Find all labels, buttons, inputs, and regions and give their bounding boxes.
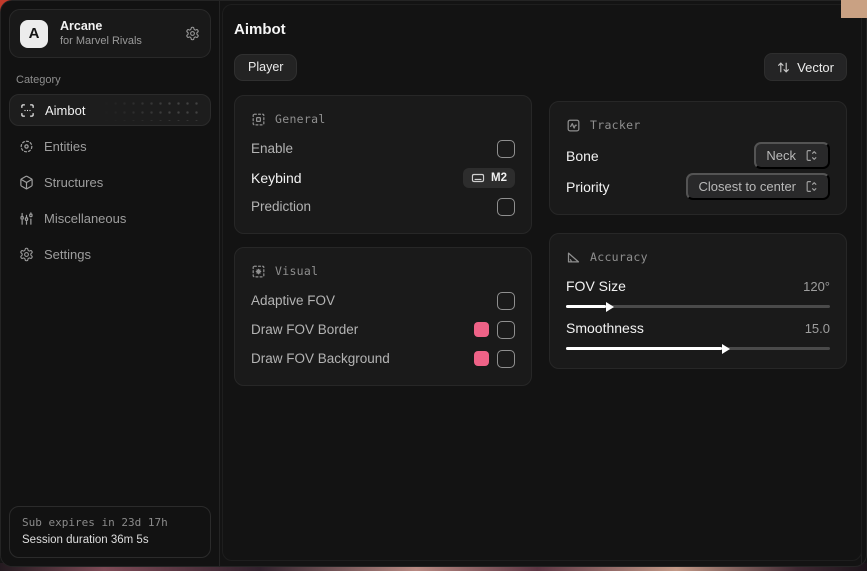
setting-row-bone: Bone Neck [566,140,830,171]
subscription-card: Sub expires in 23d 17h Session duration … [9,506,211,558]
sidebar-item-entities[interactable]: Entities [9,130,211,162]
setting-row-fov-background: Draw FOV Background [251,344,515,373]
setting-row-fov-border: Draw FOV Border [251,315,515,344]
unfold-icon [805,149,818,162]
card-title: Tracker [590,118,641,132]
keybind-value: M2 [491,172,507,184]
sidebar-item-aimbot[interactable]: Aimbot [9,94,211,126]
general-card: General Enable Keybind [234,95,532,234]
desktop-background: A Arcane for Marvel Rivals Category Aimb… [0,0,867,571]
category-label: Category [16,74,211,86]
unfold-icon [805,180,818,193]
sidebar-item-structures[interactable]: Structures [9,166,211,198]
sidebar-item-label: Structures [44,175,103,190]
tracker-card: Tracker Bone Neck Pri [549,101,847,215]
enable-checkbox[interactable] [497,140,515,158]
brand-logo: A [20,20,48,48]
vector-button-label: Vector [797,60,834,75]
slider-fill[interactable] [566,305,606,308]
setting-row-enable: Enable [251,134,515,163]
scan-icon [20,103,35,118]
setting-label: Draw FOV Background [251,351,390,366]
sidebar-item-label: Aimbot [45,103,85,118]
main-panel: Aimbot Player Vector [220,1,867,566]
card-title: Accuracy [590,250,648,264]
setting-row-adaptive-fov: Adaptive FOV [251,286,515,315]
slider-value: 15.0 [805,321,830,336]
brand-card: A Arcane for Marvel Rivals [9,9,211,58]
setting-label: Prediction [251,199,311,214]
brand-subtitle: for Marvel Rivals [60,34,173,48]
activity-square-icon [566,118,581,133]
app-window: A Arcane for Marvel Rivals Category Aimb… [0,0,867,567]
sidebar-item-label: Entities [44,139,87,154]
sidebar: A Arcane for Marvel Rivals Category Aimb… [1,1,220,566]
setting-label: Draw FOV Border [251,322,358,337]
sparkle-square-icon [251,264,266,279]
focus-square-icon [251,112,266,127]
slider-fill[interactable] [566,347,722,350]
sidebar-item-settings[interactable]: Settings [9,238,211,270]
sidebar-item-miscellaneous[interactable]: Miscellaneous [9,202,211,234]
card-title: General [275,112,326,126]
color-swatch[interactable] [474,322,489,337]
dot-pattern [102,99,202,121]
setting-label: Keybind [251,170,302,186]
setting-label: Priority [566,179,610,195]
dropdown-value: Closest to center [698,179,796,194]
keybind-badge[interactable]: M2 [463,168,515,188]
fov-border-checkbox[interactable] [497,321,515,339]
gear-icon [19,247,34,262]
card-title: Visual [275,264,318,278]
setting-label: FOV Size [566,278,626,294]
setting-row-smoothness: Smoothness 15.0 [566,314,830,356]
color-swatch[interactable] [474,351,489,366]
sidebar-nav: Aimbot Entities Structures [9,94,211,270]
arrow-up-down-icon [777,61,790,74]
vector-button[interactable]: Vector [764,53,847,81]
scan-eye-icon [19,139,34,154]
setting-label: Bone [566,148,599,164]
session-duration-text: Session duration 36m 5s [22,532,198,548]
setting-row-keybind: Keybind M2 [251,163,515,192]
prediction-checkbox[interactable] [497,198,515,216]
slider-value: 120° [803,279,830,294]
setting-label: Smoothness [566,320,644,336]
setting-label: Adaptive FOV [251,293,335,308]
cards-grid: General Enable Keybind [234,95,847,386]
visual-card: Visual Adaptive FOV Draw FOV Border [234,247,532,386]
tab-player[interactable]: Player [234,54,297,81]
fov-size-slider[interactable] [566,305,830,308]
sidebar-item-label: Settings [44,247,91,262]
box-icon [19,175,34,190]
priority-dropdown[interactable]: Closest to center [686,173,830,200]
adaptive-fov-checkbox[interactable] [497,292,515,310]
chart-icon [19,211,34,226]
gear-icon[interactable] [185,26,200,41]
dropdown-value: Neck [766,148,796,163]
setting-label: Enable [251,141,293,156]
setting-row-prediction: Prediction [251,192,515,221]
accuracy-card: Accuracy FOV Size 120° [549,233,847,369]
smoothness-slider[interactable] [566,347,830,350]
angle-triangle-icon [566,250,581,265]
bone-dropdown[interactable]: Neck [754,142,830,169]
sub-expiry-text: Sub expires in 23d 17h [22,515,198,531]
scrollbar-track[interactable] [861,1,862,566]
toolbar: Player Vector [234,53,847,81]
fov-background-checkbox[interactable] [497,350,515,368]
sidebar-item-label: Miscellaneous [44,211,126,226]
page-title: Aimbot [234,21,847,38]
brand-name: Arcane [60,19,173,34]
setting-row-priority: Priority Closest to center [566,171,830,202]
keyboard-icon [471,171,485,185]
setting-row-fov-size: FOV Size 120° [566,272,830,314]
